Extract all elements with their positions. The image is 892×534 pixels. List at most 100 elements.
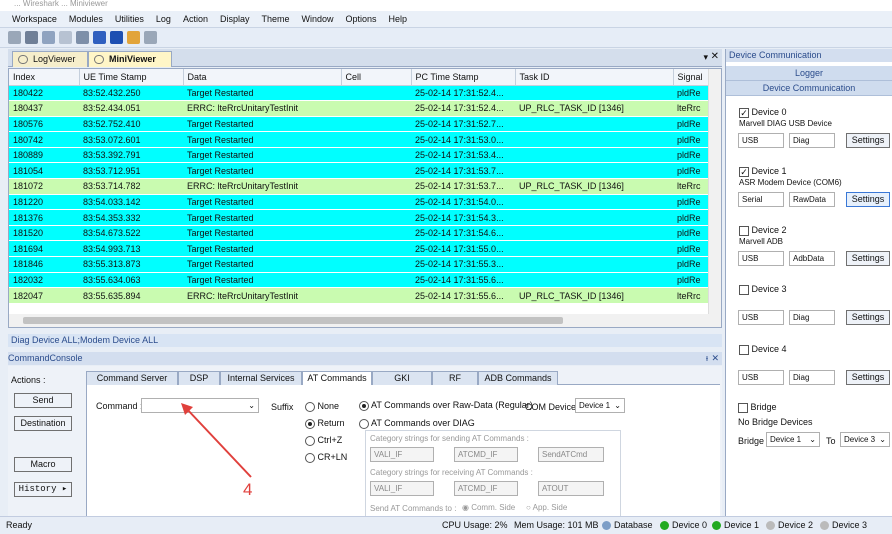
tab-rf[interactable]: RF [432,371,478,385]
table-row[interactable]: 181220 83:54.033.142 Target Restarted 25-02… [9,194,717,211]
menu-window[interactable]: Window [301,14,333,24]
column-header[interactable]: UE Time Stamp [79,69,184,86]
table-row[interactable]: 182047 83:55.635.894 ERRC: lteRrcUnitaryTe… [9,287,717,304]
device-checkbox[interactable]: ✓ Device 1 [739,166,787,177]
clear-icon[interactable] [127,31,140,44]
device-checkbox[interactable]: Device 3 [739,284,787,295]
cat-recv-3[interactable]: ATOUT [538,481,604,496]
device-type-field[interactable]: AdbData [789,251,835,266]
tab-logviewer[interactable]: LogViewer [12,51,88,67]
table-row[interactable]: 180576 83:52.752.410 Target Restarted 25-02… [9,116,717,133]
menu-utilities[interactable]: Utilities [115,14,144,24]
device-transport-field[interactable]: Serial [738,192,784,207]
menu-display[interactable]: Display [220,14,250,24]
stop-icon[interactable] [110,31,123,44]
send-button[interactable]: Send [14,393,72,408]
tab-adb-commands[interactable]: ADB Commands [478,371,558,385]
table-row[interactable]: 181072 83:53.714.782 ERRC: lteRrcUnitaryTe… [9,178,717,195]
suffix-crln[interactable]: CR+LN [305,452,347,463]
table-row[interactable]: 181846 83:55.313.873 Target Restarted 25-02… [9,256,717,273]
menu-options[interactable]: Options [346,14,377,24]
connect-icon[interactable] [42,31,55,44]
device-checkbox[interactable]: ✓ Device 0 [739,107,787,118]
device-type-field[interactable]: Diag [789,370,835,385]
table-row[interactable]: 182032 83:55.634.063 Target Restarted 25-02… [9,272,717,289]
print-icon[interactable] [144,31,157,44]
app-side-radio[interactable]: ○ App. Side [526,503,567,512]
column-header[interactable]: Cell [341,69,412,86]
menu-modules[interactable]: Modules [69,14,103,24]
tab-miniviewer[interactable]: MiniViewer [88,51,172,67]
macro-button[interactable]: Macro [14,457,72,472]
close-icon[interactable]: ✕ [711,352,719,365]
suffix-return[interactable]: Return [305,418,345,429]
tab-gki[interactable]: GKI [372,371,432,385]
column-header[interactable]: Index [9,69,80,86]
horizontal-scrollbar[interactable] [9,314,709,327]
device-transport-field[interactable]: USB [738,251,784,266]
pause-icon[interactable] [93,31,106,44]
menu-action[interactable]: Action [183,14,208,24]
cat-send-3[interactable]: SendATCmd [538,447,604,462]
menu-theme[interactable]: Theme [261,14,289,24]
cat-recv-1[interactable]: VALI_IF [370,481,434,496]
mode-diag[interactable]: AT Commands over DIAG [359,418,475,429]
bridge-from-select[interactable]: Device 1 ⌄ [766,432,820,447]
tabs-dropdown-icon[interactable]: ▾ [703,52,708,63]
open-icon[interactable] [8,31,21,44]
settings-button[interactable]: Settings [846,133,890,148]
cat-send-1[interactable]: VALI_IF [370,447,434,462]
pin-icon[interactable]: ᵻ [706,352,708,365]
device-transport-field[interactable]: USB [738,310,784,325]
settings-button[interactable]: Settings [846,192,890,207]
vertical-scrollbar[interactable] [708,69,721,327]
tab-command-server[interactable]: Command Server [86,371,178,385]
device-checkbox[interactable]: Device 4 [739,344,787,355]
comm-side-radio[interactable]: ◉ Comm. Side [462,503,515,512]
tab-at-commands[interactable]: AT Commands [302,371,372,385]
suffix-ctrlz[interactable]: Ctrl+Z [305,435,342,446]
destination-button[interactable]: Destination [14,416,72,431]
table-cell-ue: 83:54.673.522 [79,225,183,242]
column-header[interactable]: Task ID [515,69,674,86]
column-header[interactable]: Data [183,69,342,86]
device-type-field[interactable]: Diag [789,310,835,325]
cat-send-2[interactable]: ATCMD_IF [454,447,518,462]
table-row[interactable]: 180889 83:53.392.791 Target Restarted 25-02… [9,147,717,164]
scroll-thumb[interactable] [23,317,563,324]
table-row[interactable]: 181694 83:54.993.713 Target Restarted 25-02… [9,240,717,258]
device-transport-field[interactable]: USB [738,133,784,148]
column-header[interactable]: PC Time Stamp [411,69,516,86]
table-row[interactable]: 180422 83:52.432.250 Target Restarted 25-02… [9,85,717,102]
suffix-none[interactable]: None [305,401,339,412]
table-row[interactable]: 181054 83:53.712.951 Target Restarted 25-02… [9,162,717,180]
device-checkbox[interactable]: Device 2 [739,225,787,236]
dropdown-icon[interactable] [59,31,72,44]
history-button[interactable]: History ▸ [14,482,72,497]
menu-log[interactable]: Log [156,14,171,24]
bridge-to-select[interactable]: Device 3 ⌄ [840,432,890,447]
tab-internal-services[interactable]: Internal Services [220,371,302,385]
settings-button[interactable]: Settings [846,251,890,266]
table-row[interactable]: 180437 83:52.434.051 ERRC: lteRrcUnitaryTe… [9,100,717,117]
cat-recv-2[interactable]: ATCMD_IF [454,481,518,496]
close-icon[interactable]: ✕ [711,51,719,62]
device-type-field[interactable]: Diag [789,133,835,148]
tab-dsp[interactable]: DSP [178,371,220,385]
device-communication-button[interactable]: Device Communication [726,81,892,96]
table-row[interactable]: 180742 83:53.072.601 Target Restarted 25-02… [9,131,717,148]
table-row[interactable]: 181520 83:54.673.522 Target Restarted 25-02… [9,225,717,242]
device-type-field[interactable]: RawData [789,192,835,207]
menu-help[interactable]: Help [389,14,408,24]
settings-button[interactable]: Settings [846,310,890,325]
com-device-select[interactable]: Device 1 ⌄ [575,398,625,413]
logger-button[interactable]: Logger [726,66,892,81]
bridge-checkbox[interactable]: Bridge [738,402,777,413]
mode-rawdata[interactable]: AT Commands over Raw-Data (Regular) [359,400,533,411]
device-transport-field[interactable]: USB [738,370,784,385]
menu-workspace[interactable]: Workspace [12,14,57,24]
settings-button[interactable]: Settings [846,370,890,385]
save-icon[interactable] [25,31,38,44]
play-icon[interactable] [76,31,89,44]
table-row[interactable]: 181376 83:54.353.332 Target Restarted 25-02… [9,209,717,226]
